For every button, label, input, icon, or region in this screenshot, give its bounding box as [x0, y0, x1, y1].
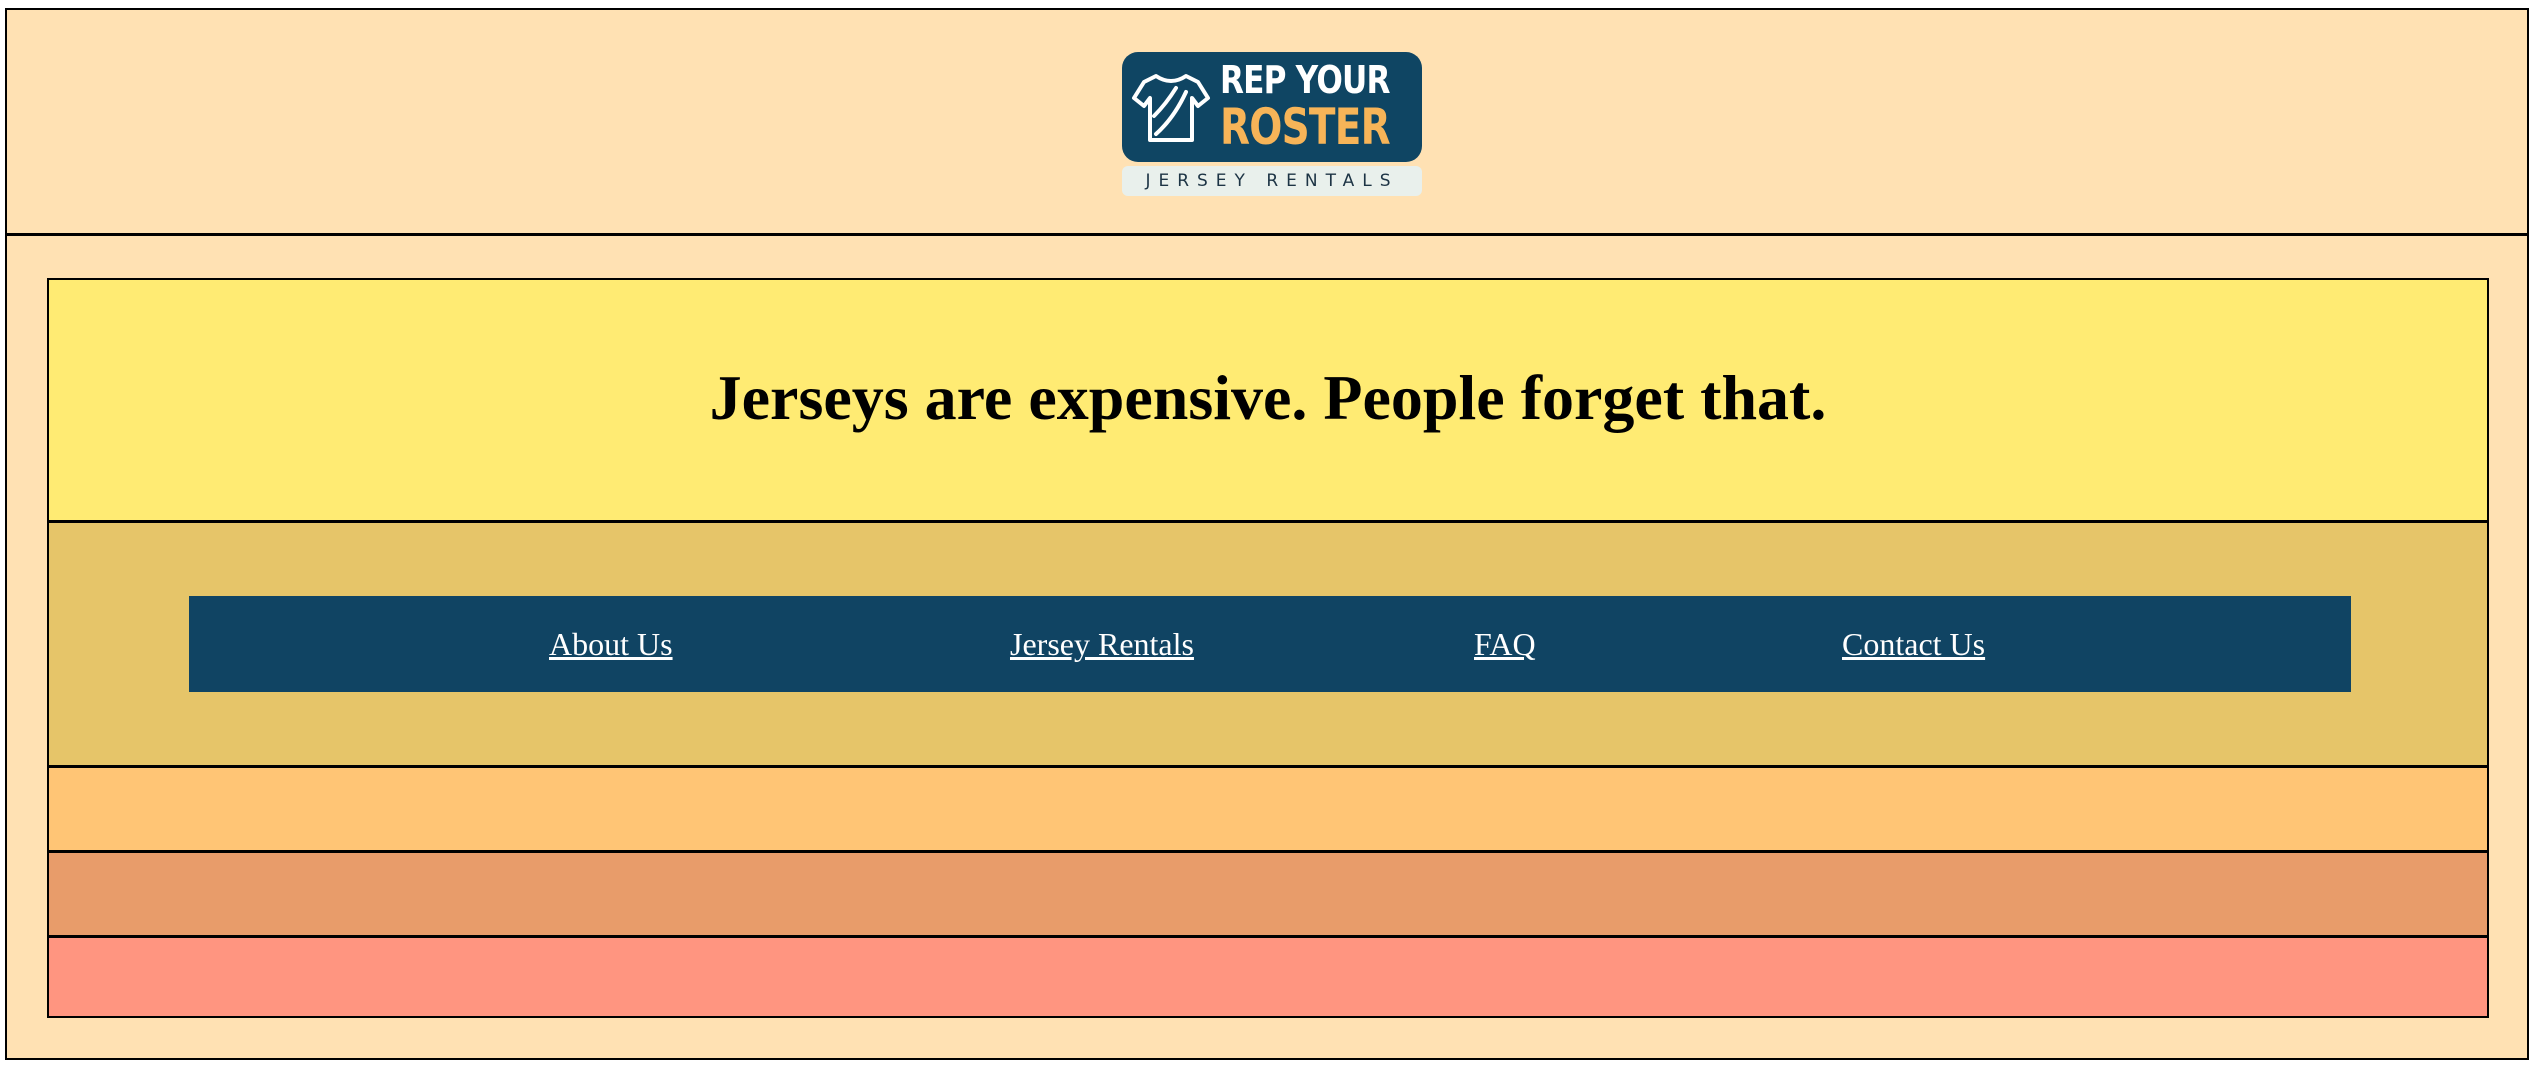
content-band-1	[49, 768, 2487, 853]
site-logo[interactable]: REP YOUR ROSTER JERSEY RENTALS	[1122, 52, 1422, 196]
jersey-icon	[1132, 74, 1210, 142]
main-content: Jerseys are expensive. People forget tha…	[47, 278, 2489, 1018]
hero-section: Jerseys are expensive. People forget tha…	[49, 280, 2487, 523]
content-band-2	[49, 853, 2487, 938]
logo-text-top: REP YOUR	[1220, 58, 1390, 102]
nav-link-faq[interactable]: FAQ	[1474, 596, 1536, 692]
logo-badge: REP YOUR ROSTER	[1122, 52, 1422, 162]
site-header: REP YOUR ROSTER JERSEY RENTALS	[7, 10, 2527, 236]
nav-link-about-us[interactable]: About Us	[549, 596, 673, 692]
page-frame: REP YOUR ROSTER JERSEY RENTALS Jerseys a…	[5, 8, 2529, 1060]
content-band-3	[49, 938, 2487, 1016]
hero-headline: Jerseys are expensive. People forget tha…	[709, 362, 1827, 433]
nav-section: About Us Jersey Rentals FAQ Contact Us	[49, 523, 2487, 768]
main-nav: About Us Jersey Rentals FAQ Contact Us	[189, 596, 2351, 692]
logo-tagline: JERSEY RENTALS	[1122, 166, 1422, 196]
logo-text-main: ROSTER	[1220, 98, 1391, 156]
nav-link-contact-us[interactable]: Contact Us	[1842, 596, 1985, 692]
nav-link-jersey-rentals[interactable]: Jersey Rentals	[1010, 596, 1194, 692]
